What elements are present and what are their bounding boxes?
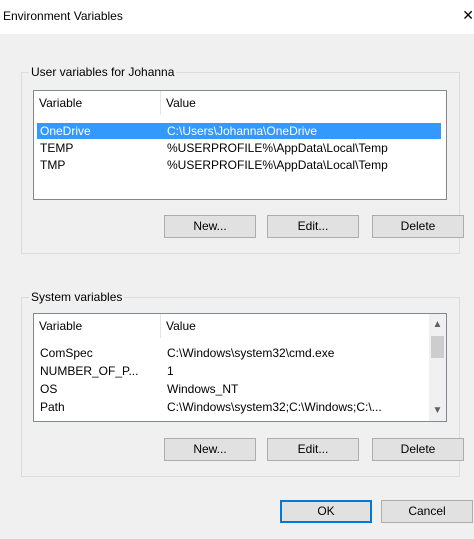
scrollbar-thumb[interactable]	[431, 336, 444, 358]
column-header-variable[interactable]: Variable	[34, 91, 161, 115]
cancel-button[interactable]: Cancel	[381, 500, 473, 523]
list-item[interactable]: OneDrive C:\Users\Johanna\OneDrive	[37, 123, 441, 139]
variable-value: %USERPROFILE%\AppData\Local\Temp	[167, 141, 388, 155]
ok-button[interactable]: OK	[280, 500, 372, 523]
list-item[interactable]: TMP %USERPROFILE%\AppData\Local\Temp	[37, 157, 441, 173]
variable-value: C:\Windows\system32\cmd.exe	[167, 346, 335, 360]
variable-name: NUMBER_OF_P...	[40, 364, 139, 378]
variable-name: ComSpec	[40, 346, 93, 360]
list-item[interactable]: NUMBER_OF_P... 1	[37, 363, 427, 379]
list-header: Variable Value	[34, 91, 446, 115]
user-new-button[interactable]: New...	[164, 215, 256, 238]
variable-name: TMP	[40, 158, 66, 172]
column-header-variable[interactable]: Variable	[34, 314, 161, 338]
list-item[interactable]: OS Windows_NT	[37, 381, 427, 397]
variable-value: C:\Windows\system32;C:\Windows;C:\...	[167, 400, 382, 414]
user-variables-list[interactable]: Variable Value OneDrive C:\Users\Johanna…	[33, 90, 447, 200]
chevron-up-icon[interactable]: ▲	[429, 316, 446, 333]
variable-value: 1	[167, 364, 174, 378]
user-variables-legend: User variables for Johanna	[29, 65, 177, 79]
column-header-value[interactable]: Value	[161, 314, 429, 338]
system-delete-button[interactable]: Delete	[372, 438, 464, 461]
system-variables-group: System variables Variable Value ComSpec …	[21, 290, 464, 477]
list-item[interactable]: Path C:\Windows\system32;C:\Windows;C:\.…	[37, 399, 427, 415]
system-new-button[interactable]: New...	[164, 438, 256, 461]
variable-value: C:\Users\Johanna\OneDrive	[167, 124, 318, 138]
user-variables-group: User variables for Johanna Variable Valu…	[21, 65, 464, 254]
user-edit-button[interactable]: Edit...	[267, 215, 359, 238]
variable-value: Windows_NT	[167, 382, 239, 396]
list-header: Variable Value	[34, 314, 446, 338]
variable-name: TEMP	[40, 141, 74, 155]
variable-name: OneDrive	[40, 124, 91, 138]
list-item[interactable]: ComSpec C:\Windows\system32\cmd.exe	[37, 345, 427, 361]
list-item[interactable]: TEMP %USERPROFILE%\AppData\Local\Temp	[37, 140, 441, 156]
environment-variables-dialog: Environment Variables ✕ User variables f…	[0, 0, 474, 539]
variable-name: OS	[40, 382, 58, 396]
variable-value: %USERPROFILE%\AppData\Local\Temp	[167, 158, 388, 172]
close-icon[interactable]: ✕	[460, 4, 474, 26]
system-edit-button[interactable]: Edit...	[267, 438, 359, 461]
vertical-scrollbar[interactable]: ▲ ▼	[429, 314, 446, 421]
system-variables-list[interactable]: Variable Value ComSpec C:\Windows\system…	[33, 313, 447, 422]
user-delete-button[interactable]: Delete	[372, 215, 464, 238]
column-header-value[interactable]: Value	[161, 91, 446, 115]
window-title: Environment Variables	[3, 9, 123, 23]
variable-name: Path	[40, 400, 65, 414]
title-bar: Environment Variables ✕	[0, 0, 474, 34]
chevron-down-icon[interactable]: ▼	[429, 402, 446, 419]
system-variables-legend: System variables	[29, 290, 125, 304]
